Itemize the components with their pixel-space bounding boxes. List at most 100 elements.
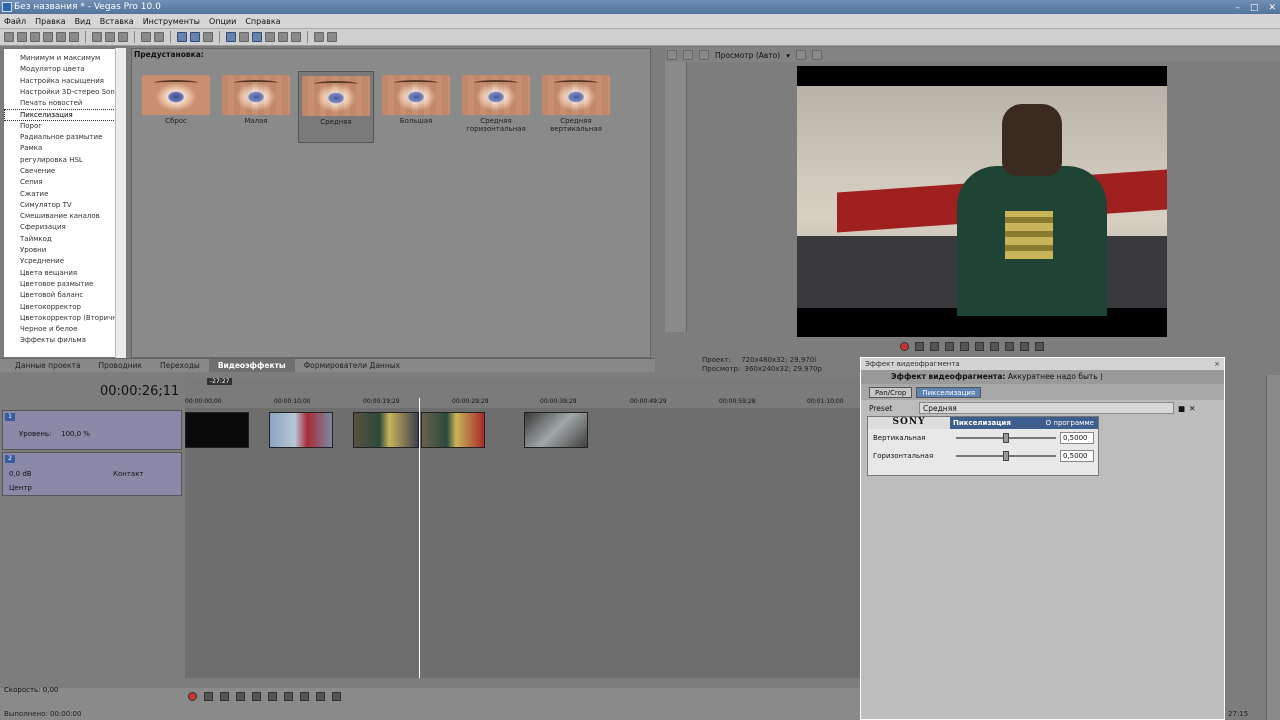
menu-help[interactable]: Справка	[245, 17, 280, 26]
auto-ripple-icon[interactable]	[190, 32, 200, 42]
prev-frame-icon[interactable]	[1020, 341, 1029, 351]
right-scroll-strip[interactable]	[1266, 375, 1280, 720]
volume-value[interactable]: 0,0 dB	[9, 470, 32, 478]
selection-tool-icon[interactable]	[252, 32, 262, 42]
effects-list-item[interactable]: Модулятор цвета	[4, 64, 126, 75]
playhead-cursor[interactable]	[419, 398, 420, 678]
zoom-tool-icon[interactable]	[265, 32, 275, 42]
undo-icon[interactable]	[141, 32, 151, 42]
cut-icon[interactable]	[92, 32, 102, 42]
play-from-start-icon[interactable]	[220, 692, 229, 701]
stop-icon[interactable]	[268, 692, 277, 701]
save-as-icon[interactable]	[43, 32, 53, 42]
video-clip[interactable]	[524, 412, 588, 448]
play-icon[interactable]	[945, 341, 954, 351]
effects-list-item[interactable]: Радиальное размытие	[4, 132, 126, 143]
cursor-tool-icon[interactable]	[278, 32, 288, 42]
audio-track-header[interactable]: 2 0,0 dB Контакт Центр	[2, 452, 182, 496]
stop-icon[interactable]	[975, 341, 984, 351]
effects-list-item[interactable]: Порог	[4, 121, 126, 132]
record-icon[interactable]	[188, 692, 197, 701]
timecode-display[interactable]: 00:00:26;11	[100, 384, 179, 399]
effects-list-item[interactable]: Печать новостей	[4, 98, 126, 109]
level-value[interactable]: 100,0 %	[61, 430, 90, 438]
save-snapshot-icon[interactable]	[812, 50, 822, 60]
effects-list-item[interactable]: Симулятор TV	[4, 200, 126, 211]
preview-settings-icon[interactable]	[667, 50, 677, 60]
lock-envelopes-icon[interactable]	[203, 32, 213, 42]
snap-icon[interactable]	[177, 32, 187, 42]
pan-value[interactable]: Центр	[9, 484, 32, 492]
effects-list-item[interactable]: Смешивание каналов	[4, 211, 126, 222]
effects-list-item[interactable]: Эффекты фильма	[4, 335, 126, 346]
paste-icon[interactable]	[118, 32, 128, 42]
chain-pan-crop[interactable]: Pan/Crop	[869, 386, 913, 398]
envelope-tool-icon[interactable]	[239, 32, 249, 42]
save-preset-icon[interactable]: ■	[1178, 404, 1185, 413]
slider-thumb[interactable]	[1003, 433, 1009, 443]
preview-mode[interactable]: Просмотр (Авто)	[715, 51, 780, 60]
menu-view[interactable]: Вид	[75, 17, 91, 26]
effects-list-item[interactable]: регулировка HSL	[4, 155, 126, 166]
video-clip[interactable]	[269, 412, 333, 448]
next-frame-icon[interactable]	[332, 692, 341, 701]
about-link[interactable]: О программе	[1046, 417, 1094, 429]
preset-medium[interactable]: Средняя	[298, 71, 374, 143]
effects-list-item[interactable]: Цветовое размытие	[4, 279, 126, 290]
video-track-header[interactable]: 1 Уровень: 100,0 %	[2, 410, 182, 450]
play-icon[interactable]	[236, 692, 245, 701]
split-screen-icon[interactable]	[683, 50, 693, 60]
effects-list-item[interactable]: Черное и белое	[4, 324, 126, 335]
video-clip[interactable]	[353, 412, 419, 448]
slider-thumb[interactable]	[1003, 451, 1009, 461]
copy-snapshot-icon[interactable]	[796, 50, 806, 60]
effects-list-item[interactable]: Минимум и максимум	[4, 53, 126, 64]
tab-video-fx[interactable]: Видеоэффекты	[208, 359, 295, 372]
effects-list-item[interactable]: Сепия	[4, 177, 126, 188]
effects-list-item[interactable]: Уровни	[4, 245, 126, 256]
effects-list-item[interactable]: Свечение	[4, 166, 126, 177]
preset-reset[interactable]: Сброс	[138, 71, 214, 143]
save-icon[interactable]	[30, 32, 40, 42]
tab-project-media[interactable]: Данные проекта	[6, 359, 90, 372]
preset-large[interactable]: Большая	[378, 71, 454, 143]
mode-value[interactable]: Контакт	[113, 470, 144, 478]
next-frame-icon[interactable]	[1035, 341, 1044, 351]
copy-icon[interactable]	[105, 32, 115, 42]
effects-list-scrollbar[interactable]	[115, 48, 126, 358]
chevron-down-icon[interactable]: ▾	[786, 51, 790, 60]
effects-list-item[interactable]: Настройки 3D-стерео Sony	[4, 87, 126, 98]
tab-explorer[interactable]: Проводник	[90, 359, 152, 372]
menu-tools[interactable]: Инструменты	[143, 17, 200, 26]
menu-options[interactable]: Опции	[209, 17, 236, 26]
prev-frame-icon[interactable]	[316, 692, 325, 701]
normal-edit-tool-icon[interactable]	[226, 32, 236, 42]
effects-list-item[interactable]: Рамка	[4, 143, 126, 154]
preset-dropdown[interactable]: Средняя	[919, 402, 1174, 414]
go-to-end-icon[interactable]	[1005, 341, 1014, 351]
video-clip[interactable]	[421, 412, 485, 448]
tab-transitions[interactable]: Переходы	[151, 359, 209, 372]
cursor-marker[interactable]: -27:27	[207, 378, 233, 385]
chain-pixelate[interactable]: Пикселизация	[916, 386, 982, 398]
close-icon[interactable]: ×	[1214, 358, 1220, 370]
horizontal-value-field[interactable]: 0,5000	[1060, 450, 1094, 462]
go-to-start-icon[interactable]	[990, 341, 999, 351]
properties-icon[interactable]	[69, 32, 79, 42]
pause-icon[interactable]	[960, 341, 969, 351]
effects-list-item[interactable]: Цветовой баланс	[4, 290, 126, 301]
close-icon[interactable]: ✕	[1268, 1, 1276, 15]
vertical-slider[interactable]	[956, 433, 1056, 443]
minimize-icon[interactable]: –	[1235, 1, 1240, 15]
loop-icon[interactable]	[204, 692, 213, 701]
tracks-area[interactable]	[185, 408, 860, 678]
effects-list-item[interactable]: Сжатие	[4, 189, 126, 200]
vertical-value-field[interactable]: 0,5000	[1060, 432, 1094, 444]
effects-list-item[interactable]: Сферизация	[4, 222, 126, 233]
effects-list-item[interactable]: Цветокорректор (Вторичн.	[4, 313, 126, 324]
effects-list-item[interactable]: Усреднение	[4, 256, 126, 267]
render-icon[interactable]	[56, 32, 66, 42]
open-icon[interactable]	[17, 32, 27, 42]
help-icon[interactable]	[327, 32, 337, 42]
go-to-start-icon[interactable]	[284, 692, 293, 701]
